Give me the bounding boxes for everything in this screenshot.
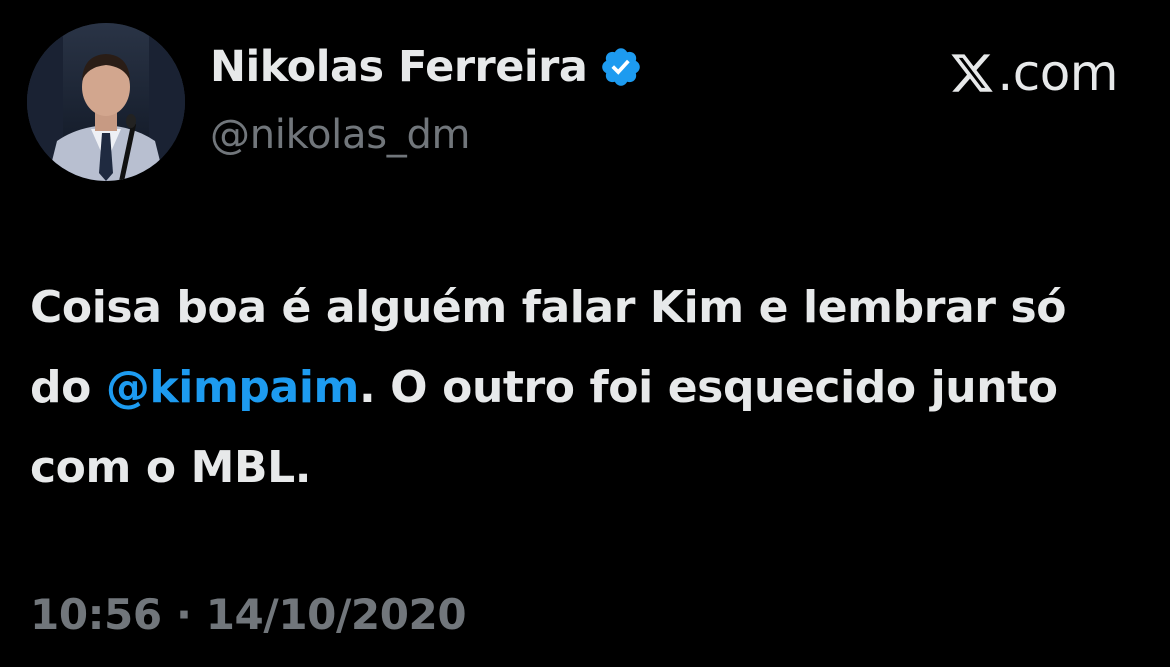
mention-link[interactable]: @kimpaim <box>106 362 360 413</box>
tweet-text: Coisa boa é alguém falar Kim e lembrar s… <box>30 268 1140 508</box>
author-display-name[interactable]: Nikolas Ferreira <box>210 42 643 92</box>
x-logo-icon <box>951 54 994 92</box>
verified-badge-icon <box>602 48 641 86</box>
brand-label: .com <box>997 44 1118 102</box>
x-brand: .com <box>949 44 1118 102</box>
author-name-text[interactable]: Nikolas Ferreira <box>210 42 588 92</box>
tweet-card: Nikolas Ferreira @nikolas_dm .com Coisa … <box>0 0 1170 667</box>
avatar[interactable] <box>27 23 185 181</box>
tweet-timestamp[interactable]: 10:56 · 14/10/2020 <box>30 590 467 639</box>
avatar-image <box>27 23 185 181</box>
author-handle[interactable]: @nikolas_dm <box>210 112 471 158</box>
tweet-date: 14/10/2020 <box>205 590 467 639</box>
tweet-time: 10:56 <box>30 590 162 639</box>
timestamp-separator: · <box>175 590 192 639</box>
